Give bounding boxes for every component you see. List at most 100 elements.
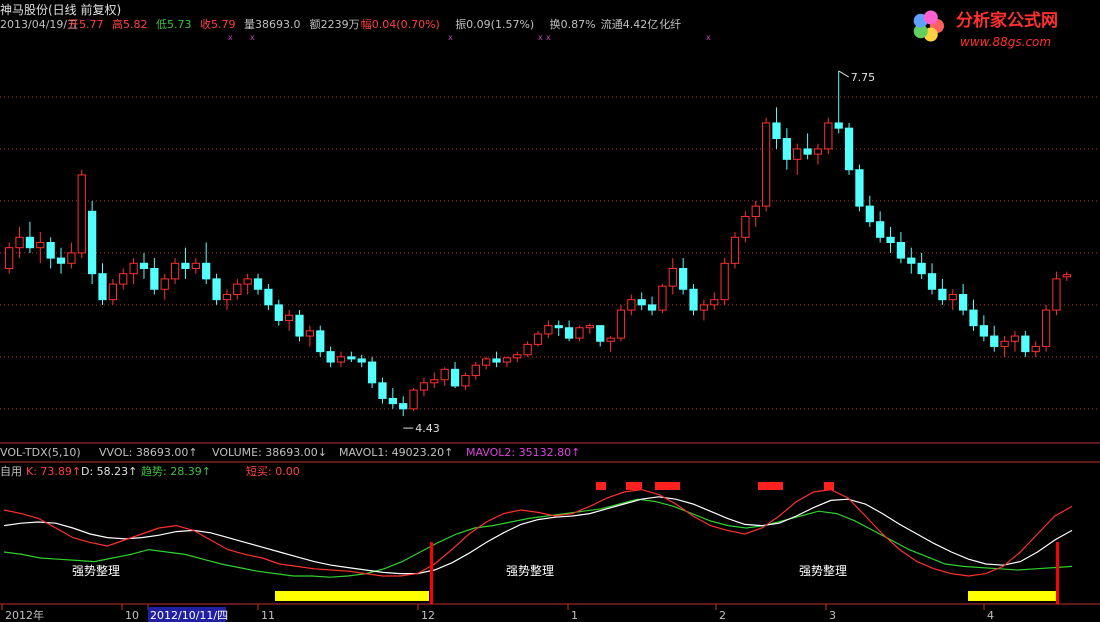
candle-body: [1000, 340, 1009, 347]
candle-body: [710, 299, 719, 306]
candle-body: [1010, 335, 1020, 342]
candle-body: [834, 122, 843, 129]
logo-name: 分析家公式网: [956, 10, 1058, 31]
high-label: 7.75: [851, 71, 876, 84]
candle-body: [305, 330, 315, 337]
chart-title: 神马股份(日线 前复权): [0, 2, 121, 17]
volume-indicator-0: VOL-TDX(5,10): [0, 446, 81, 459]
candle-body: [523, 343, 532, 356]
sell-marker: [596, 482, 606, 490]
candle-body: [119, 273, 128, 285]
x-tick-label: 2: [719, 609, 726, 622]
candle-body: [627, 299, 636, 311]
candle-body: [813, 148, 823, 155]
candle-body: [772, 122, 781, 140]
logo-url: www.88gs.com: [960, 35, 1051, 49]
marker-x: x: [250, 33, 255, 42]
header-field-8: 换0.87%: [550, 17, 596, 31]
x-tick-label: 11: [261, 609, 275, 622]
candle-body: [388, 397, 397, 405]
candle-body: [585, 325, 594, 329]
d-line: [3, 496, 1073, 575]
header-field-4: 量38693.0: [244, 18, 301, 31]
candle-body: [761, 122, 771, 207]
candle-body: [378, 382, 387, 399]
candle-body: [367, 361, 377, 384]
candle-body: [108, 283, 118, 301]
candle-body: [450, 368, 460, 387]
candle-body: [233, 283, 242, 295]
candle-body: [399, 403, 408, 410]
candle-body: [616, 309, 626, 339]
candle-body: [430, 379, 439, 384]
candle-body: [326, 351, 335, 363]
candle-body: [793, 148, 802, 160]
marker-x: x: [228, 33, 233, 42]
kd-indicator-0: 自用: [0, 465, 22, 478]
candle-body: [606, 337, 615, 342]
candle-body: [243, 278, 252, 285]
x-tick-label: 10: [125, 609, 139, 622]
candle-body: [533, 333, 543, 345]
stock-chart[interactable]: 神马股份(日线 前复权)2013/04/19/五开5.77 高5.82 低5.73 收…: [0, 0, 1100, 622]
candle-body: [927, 273, 937, 290]
candle-body: [751, 205, 760, 218]
candle-body: [637, 299, 646, 306]
candle-body: [170, 262, 180, 280]
candle-body: [1021, 335, 1030, 353]
candle-body: [679, 267, 688, 290]
candle-body: [647, 304, 657, 311]
candle-body: [668, 267, 677, 287]
candle-body: [1062, 274, 1071, 278]
candle-body: [938, 288, 947, 301]
header-field-2: 低5.73: [156, 18, 192, 31]
candle-body: [824, 122, 833, 150]
candle-body: [67, 252, 76, 264]
candle-body: [876, 221, 885, 238]
kd-indicator-3: 趋势: 28.39↑: [141, 465, 211, 478]
candle-body: [730, 236, 740, 264]
candle-body: [492, 358, 501, 363]
marker-x: x: [538, 33, 543, 42]
candle-body: [689, 288, 698, 311]
logo: [913, 10, 944, 42]
candle-body: [482, 358, 491, 366]
sell-marker: [626, 482, 642, 490]
kd-indicator-2: D: 58.23↑: [81, 465, 137, 478]
x-tick-label: 1: [571, 609, 578, 622]
candle-body: [419, 382, 429, 391]
candle-body: [222, 293, 232, 301]
candle-body: [969, 309, 978, 327]
consolidation-zone-bar: [275, 591, 429, 601]
candle-body: [948, 293, 957, 301]
candle-body: [554, 325, 563, 329]
volume-indicator-4: MAVOL2: 35132.80↑: [466, 446, 580, 459]
marker-x: x: [546, 33, 551, 42]
candle-body: [502, 357, 512, 363]
candle-body: [699, 304, 709, 311]
candle-body: [886, 236, 895, 243]
candle-body: [253, 278, 263, 290]
sell-marker: [824, 482, 834, 490]
low-label: 4.43: [415, 422, 440, 435]
zone-label: 强势整理: [799, 563, 847, 578]
signal-bar: [430, 542, 433, 604]
header-date: 2013/04/19/五: [0, 18, 78, 31]
consolidation-zone-bar: [968, 591, 1056, 601]
candle-body: [658, 285, 667, 311]
kd-indicator-1: K: 73.89↑: [26, 465, 81, 478]
signal-bar: [1056, 542, 1059, 604]
candle-body: [958, 293, 968, 311]
candle-body: [347, 356, 356, 360]
header-field-7: 振0.09(1.57%): [455, 17, 534, 31]
header-field-0: 开5.77: [68, 18, 104, 31]
kd-indicator-4: 短买: 0.00: [246, 464, 300, 478]
candle-body: [917, 262, 926, 275]
candle-body: [5, 247, 14, 269]
candle-body: [336, 356, 346, 363]
x-tick-label: 2012/10/11/四: [150, 609, 228, 622]
candle-body: [316, 330, 325, 353]
candle-body: [357, 358, 366, 363]
candle-body: [77, 174, 86, 254]
candle-body: [212, 278, 221, 301]
